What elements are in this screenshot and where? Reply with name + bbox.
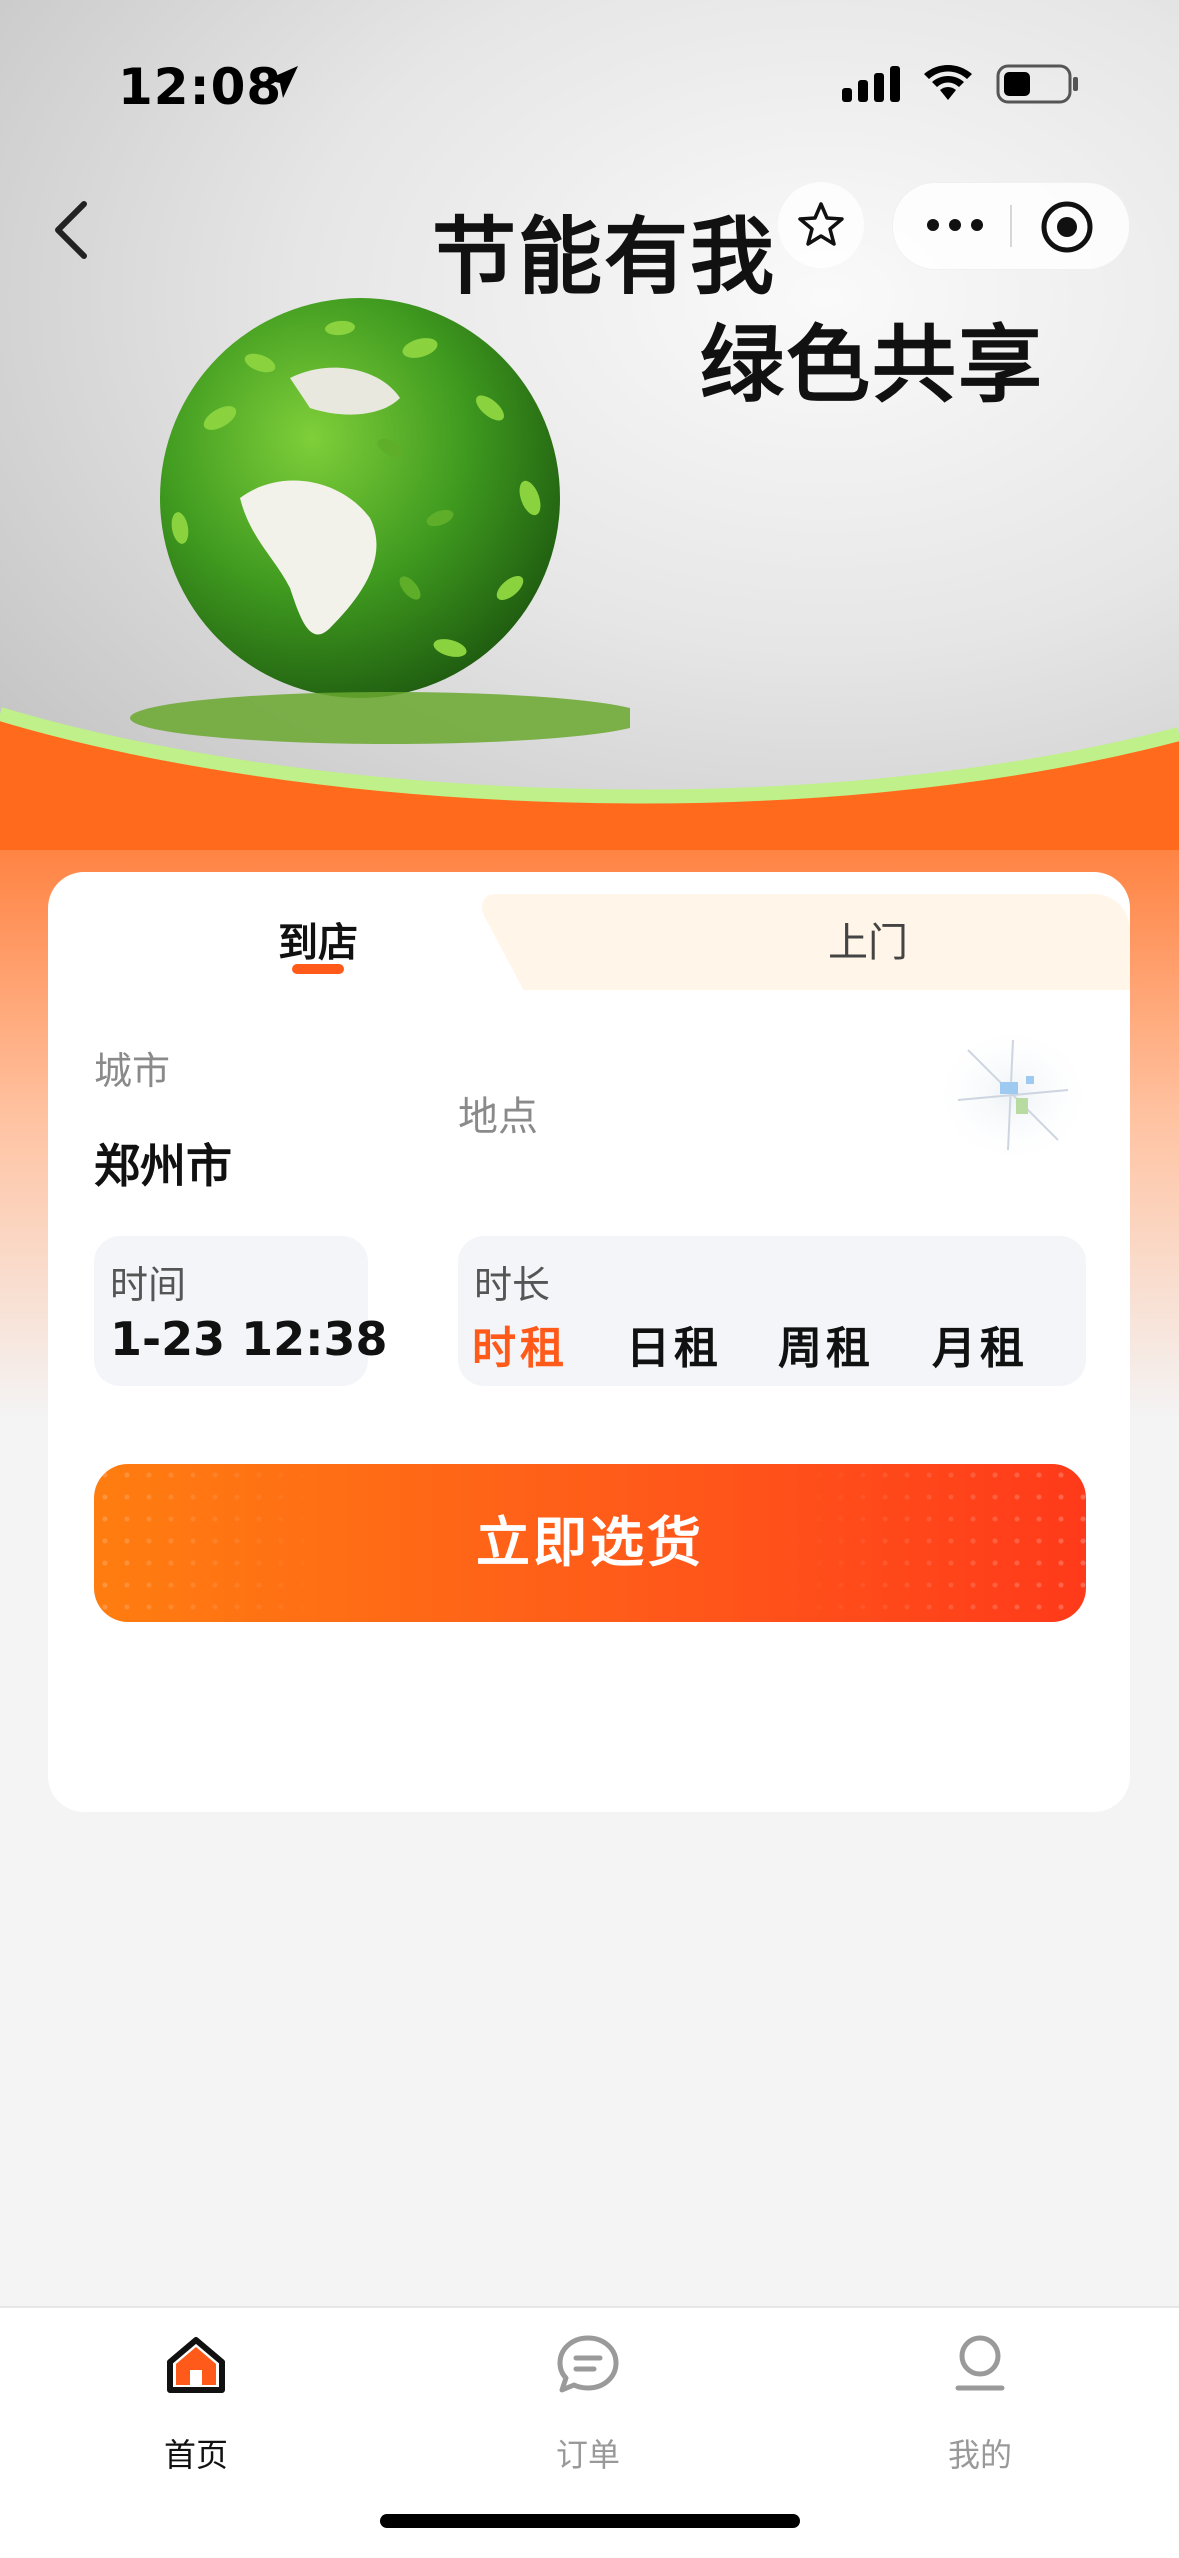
battery-icon [996,64,1078,104]
duration-option-monthly[interactable]: 月租 [932,1312,1028,1376]
capsule-divider [1010,205,1012,247]
pickup-time-picker[interactable]: 时间 1-23 12:38 [94,1236,388,1386]
miniprogram-capsule [892,182,1130,270]
profile-icon [955,2335,1005,2391]
time-label: 时间 [110,1263,187,1307]
home-icon [167,2337,225,2393]
duration-option-daily[interactable]: 日租 [626,1312,722,1376]
duration-option-weekly[interactable]: 周租 [778,1312,874,1376]
tabbar-item-orders[interactable]: 订单 [488,2330,688,2480]
star-icon [798,202,844,246]
tab-in-store[interactable]: 到店 [228,910,408,968]
location-arrow-icon [266,66,298,98]
select-goods-label: 立即选货 [476,1511,704,1574]
time-value: 1-23 12:38 [110,1312,388,1366]
duration-label: 时长 [474,1263,551,1307]
banner-title-line2: 绿色共享 [700,316,1045,414]
city-label: 城市 [94,1049,171,1093]
status-time: 12:08 [118,58,283,116]
banner-title-line1: 节能有我 [432,208,777,306]
duration-option-hourly[interactable]: 时租 [472,1312,568,1376]
wifi-icon [924,65,972,100]
tabbar-label-home: 首页 [163,2436,228,2474]
message-icon [557,2335,619,2393]
banner-image [0,0,1179,850]
tabbar-label-profile: 我的 [947,2436,1012,2474]
tabbar-item-home[interactable]: 首页 [96,2330,296,2480]
active-tab-indicator [292,964,344,974]
banner-wave [0,707,1179,850]
rental-duration-selector: 时长 时租 日租 周租 月租 [458,1236,1086,1386]
map-icon[interactable] [938,1030,1088,1160]
select-goods-button[interactable]: 立即选货 [94,1464,1086,1622]
close-miniprogram-icon[interactable] [1039,199,1095,255]
booking-card: 到店 上门 城市 郑州市 地点 时间 1-23 12:38 时长 时租 日租 周… [48,872,1130,1812]
back-button[interactable] [40,190,100,270]
green-globe-illustration [130,298,630,744]
home-indicator [380,2514,800,2528]
tabbar-label-orders: 订单 [555,2436,620,2474]
tab-door-to-door[interactable]: 上门 [768,910,968,968]
more-options-icon[interactable] [925,213,985,237]
cellular-signal-icon [842,66,900,102]
location-input[interactable]: 地点 [458,1084,538,1142]
city-selector[interactable]: 郑州市 [94,1130,232,1196]
favorite-button[interactable] [778,182,864,268]
tabbar-item-profile[interactable]: 我的 [880,2330,1080,2480]
